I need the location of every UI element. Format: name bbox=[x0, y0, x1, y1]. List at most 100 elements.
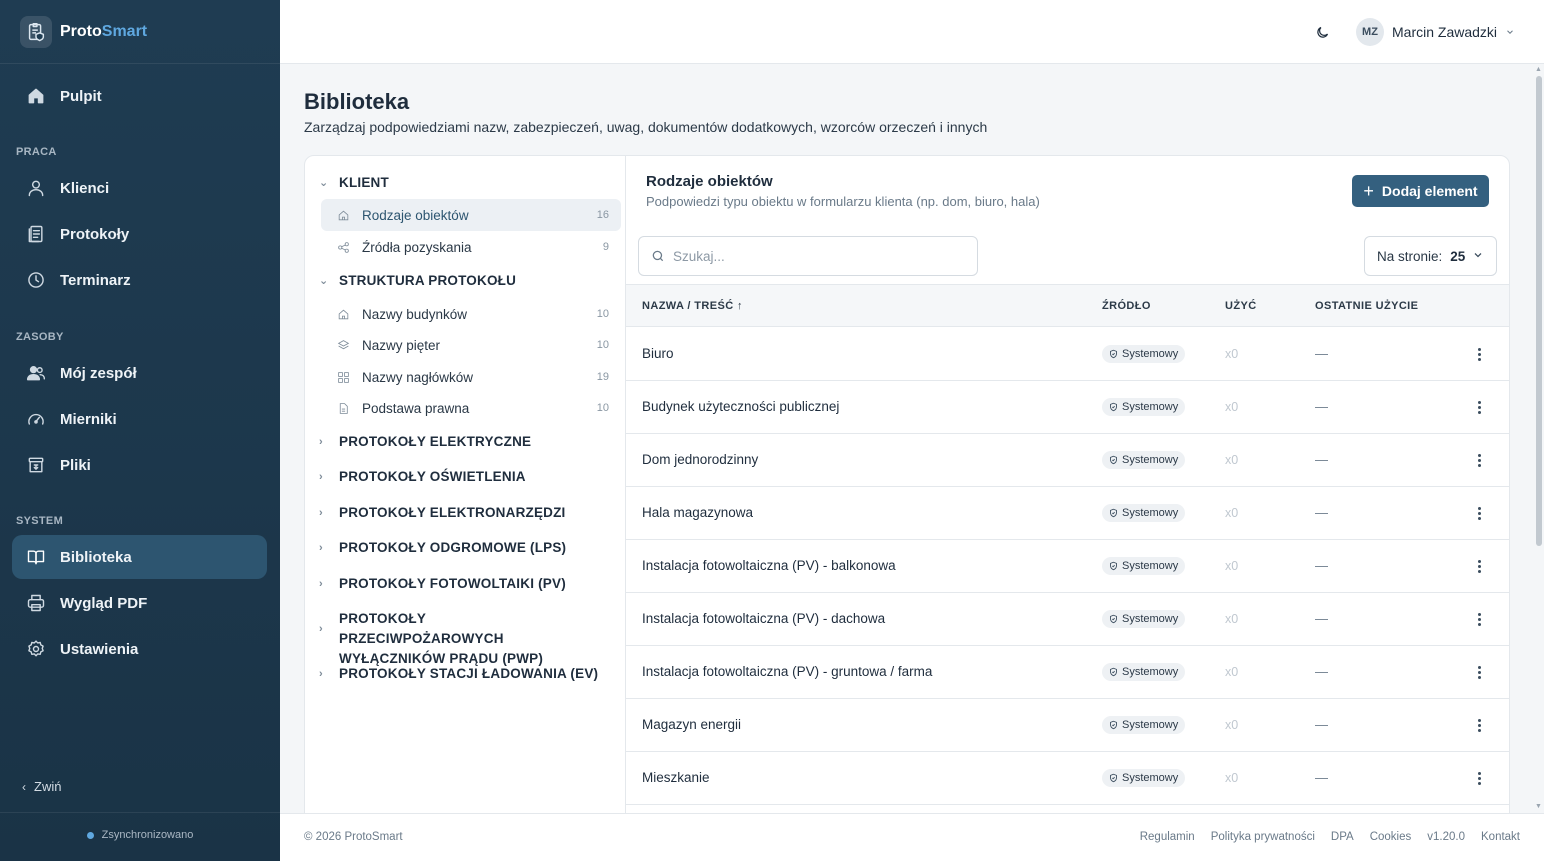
dot bbox=[1477, 463, 1481, 467]
dot bbox=[1477, 410, 1481, 414]
search-input[interactable] bbox=[673, 248, 953, 264]
search-icon bbox=[652, 250, 664, 262]
column-header-uses[interactable]: UŻYĆ bbox=[1225, 300, 1257, 312]
tree-category-elektronarzedzi[interactable]: › PROTOKOŁY ELEKTRONARZĘDZI bbox=[319, 503, 619, 523]
sidebar-item-protokoly[interactable]: Protokoły bbox=[12, 212, 267, 256]
dot bbox=[1477, 617, 1481, 621]
table-row[interactable]: Dom jednorodzinny Systemowy x0 — bbox=[626, 434, 1509, 487]
footer-link-regulamin[interactable]: Regulamin bbox=[1140, 831, 1195, 843]
tree-item-podstawa-prawna[interactable]: Podstawa prawna 10 bbox=[321, 392, 621, 424]
sidebar-section-system: SYSTEM bbox=[16, 515, 64, 527]
row-menu-button[interactable] bbox=[1472, 398, 1486, 416]
panel-subtitle: Podpowiedzi typu obiektu w formularzu kl… bbox=[646, 194, 1040, 209]
footer-link-cookies[interactable]: Cookies bbox=[1370, 831, 1412, 843]
item-name: Dom jednorodzinny bbox=[642, 452, 759, 467]
add-element-button[interactable]: + Dodaj element bbox=[1352, 175, 1489, 207]
sidebar-item-wyglad-pdf[interactable]: Wygląd PDF bbox=[12, 581, 267, 625]
item-name: Hala magazynowa bbox=[642, 505, 754, 520]
per-page-value: 25 bbox=[1450, 248, 1466, 264]
count-badge: 19 bbox=[596, 371, 609, 383]
table-row[interactable]: Budynek użyteczności publicznej Systemowy… bbox=[626, 381, 1509, 434]
last-used: — bbox=[1315, 611, 1328, 626]
tree-category-pwp[interactable]: › PROTOKOŁY PRZECIWPOŻAROWYCH WYŁĄCZNIKÓ… bbox=[319, 609, 589, 669]
sidebar-item-zespol[interactable]: Mój zespół bbox=[12, 351, 267, 395]
tree-item-zrodla-pozyskania[interactable]: Źródła pozyskania 9 bbox=[321, 231, 621, 263]
item-name: Instalacja fotowoltaiczna (PV) - gruntow… bbox=[642, 664, 933, 679]
chevron-down-icon: ⌄ bbox=[319, 275, 329, 287]
sidebar-item-mierniki[interactable]: Mierniki bbox=[12, 397, 267, 441]
tree-category-odgromowe[interactable]: › PROTOKOŁY ODGROMOWE (LPS) bbox=[319, 538, 619, 558]
row-menu-button[interactable] bbox=[1472, 610, 1486, 628]
collapse-sidebar-button[interactable]: ‹ Zwiń bbox=[22, 779, 61, 794]
table-row[interactable]: Instalacja fotowoltaiczna (PV) - gruntow… bbox=[626, 646, 1509, 699]
tree-item-nazwy-budynkow[interactable]: Nazwy budynków 10 bbox=[321, 298, 621, 330]
sidebar-item-ustawienia[interactable]: Ustawienia bbox=[12, 627, 267, 671]
shield-icon bbox=[1110, 614, 1117, 624]
row-menu-button[interactable] bbox=[1472, 769, 1486, 787]
row-menu-button[interactable] bbox=[1472, 557, 1486, 575]
tree-item-nazwy-pieter[interactable]: Nazwy pięter 10 bbox=[321, 329, 621, 361]
tree-item-rodzaje-obiektow[interactable]: Rodzaje obiektów 16 bbox=[321, 199, 621, 231]
item-name: Instalacja fotowoltaiczna (PV) - balkono… bbox=[642, 558, 896, 573]
brand[interactable]: ProtoSmart bbox=[0, 0, 280, 64]
table-row[interactable]: Instalacja fotowoltaiczna (PV) - balkono… bbox=[626, 540, 1509, 593]
table-row[interactable]: Instalacja fotowoltaiczna (PV) - dachowa… bbox=[626, 593, 1509, 646]
per-page-label: Na stronie: bbox=[1377, 248, 1443, 264]
column-header-name[interactable]: NAZWA / TREŚĆ ↑ bbox=[642, 300, 743, 312]
search-box[interactable] bbox=[638, 236, 978, 276]
source-label: Systemowy bbox=[1122, 507, 1179, 519]
table-row[interactable]: Hala magazynowa Systemowy x0 — bbox=[626, 487, 1509, 540]
row-menu-button[interactable] bbox=[1472, 663, 1486, 681]
sidebar-item-pulpit[interactable]: Pulpit bbox=[12, 74, 267, 118]
row-menu-button[interactable] bbox=[1472, 716, 1486, 734]
scroll-down-arrow-icon[interactable]: ▼ bbox=[1535, 803, 1542, 810]
tree-category-struktura[interactable]: ⌄ STRUKTURA PROTOKOŁU bbox=[319, 271, 619, 291]
sidebar-item-biblioteka[interactable]: Biblioteka bbox=[12, 535, 267, 579]
tree-category-oswietlenia[interactable]: › PROTOKOŁY OŚWIETLENIA bbox=[319, 467, 619, 487]
row-menu-button[interactable] bbox=[1472, 345, 1486, 363]
table-row[interactable]: Mieszkanie Systemowy x0 — bbox=[626, 752, 1509, 805]
table-row[interactable]: Biuro Systemowy x0 — bbox=[626, 328, 1509, 381]
shield-icon bbox=[1110, 349, 1117, 359]
last-used: — bbox=[1315, 717, 1328, 732]
footer-link-polityka[interactable]: Polityka prywatności bbox=[1211, 831, 1315, 843]
row-menu-button[interactable] bbox=[1472, 504, 1486, 522]
sidebar-item-pliki[interactable]: Pliki bbox=[12, 443, 267, 487]
item-name: Biuro bbox=[642, 346, 674, 361]
chevron-down-icon: ⌄ bbox=[319, 177, 329, 189]
sidebar-item-label: Wygląd PDF bbox=[60, 594, 148, 612]
uses-count: x0 bbox=[1225, 506, 1239, 520]
avatar: MZ bbox=[1356, 18, 1384, 46]
chevron-down-icon bbox=[1507, 30, 1513, 34]
tree-category-klient[interactable]: ⌄ KLIENT bbox=[319, 173, 619, 193]
source-label: Systemowy bbox=[1122, 613, 1179, 625]
item-name: Budynek użyteczności publicznej bbox=[642, 399, 840, 414]
document-icon bbox=[26, 224, 46, 244]
column-header-source[interactable]: ŹRÓDŁO bbox=[1102, 300, 1151, 312]
tree-category-ev[interactable]: › PROTOKOŁY STACJI ŁADOWANIA (EV) bbox=[319, 664, 619, 684]
sidebar-item-klienci[interactable]: Klienci bbox=[12, 166, 267, 210]
shield-icon bbox=[1110, 773, 1117, 783]
footer-link-dpa[interactable]: DPA bbox=[1331, 831, 1354, 843]
footer-link-kontakt[interactable]: Kontakt bbox=[1481, 831, 1520, 843]
user-menu[interactable]: MZ Marcin Zawadzki bbox=[1356, 18, 1515, 46]
sidebar-item-label: Ustawienia bbox=[60, 640, 139, 658]
scroll-up-arrow-icon[interactable]: ▲ bbox=[1535, 66, 1542, 73]
table-header: NAZWA / TREŚĆ ↑ ŹRÓDŁO UŻYĆ OSTATNIE UŻY… bbox=[626, 284, 1509, 327]
dot bbox=[1477, 776, 1481, 780]
theme-toggle-button[interactable] bbox=[1312, 22, 1332, 42]
row-menu-button[interactable] bbox=[1472, 451, 1486, 469]
column-header-last-used[interactable]: OSTATNIE UŻYCIE bbox=[1315, 300, 1418, 312]
tree-category-fotowoltaiki[interactable]: › PROTOKOŁY FOTOWOLTAIKI (PV) bbox=[319, 574, 619, 594]
table-row[interactable]: Magazyn energii Systemowy x0 — bbox=[626, 699, 1509, 752]
source-badge: Systemowy bbox=[1102, 398, 1186, 416]
per-page-select[interactable]: Na stronie: 25 bbox=[1364, 236, 1497, 276]
tree-category-elektryczne[interactable]: › PROTOKOŁY ELEKTRYCZNE bbox=[319, 432, 619, 452]
archive-icon bbox=[26, 455, 46, 475]
tree-item-nazwy-naglowkow[interactable]: Nazwy nagłówków 19 bbox=[321, 361, 621, 393]
scrollbar-thumb[interactable] bbox=[1536, 76, 1542, 546]
sync-status: Zsynchronizowano bbox=[0, 829, 280, 841]
sidebar-item-terminarz[interactable]: Terminarz bbox=[12, 258, 267, 302]
dot bbox=[1477, 771, 1481, 775]
source-label: Systemowy bbox=[1122, 401, 1179, 413]
